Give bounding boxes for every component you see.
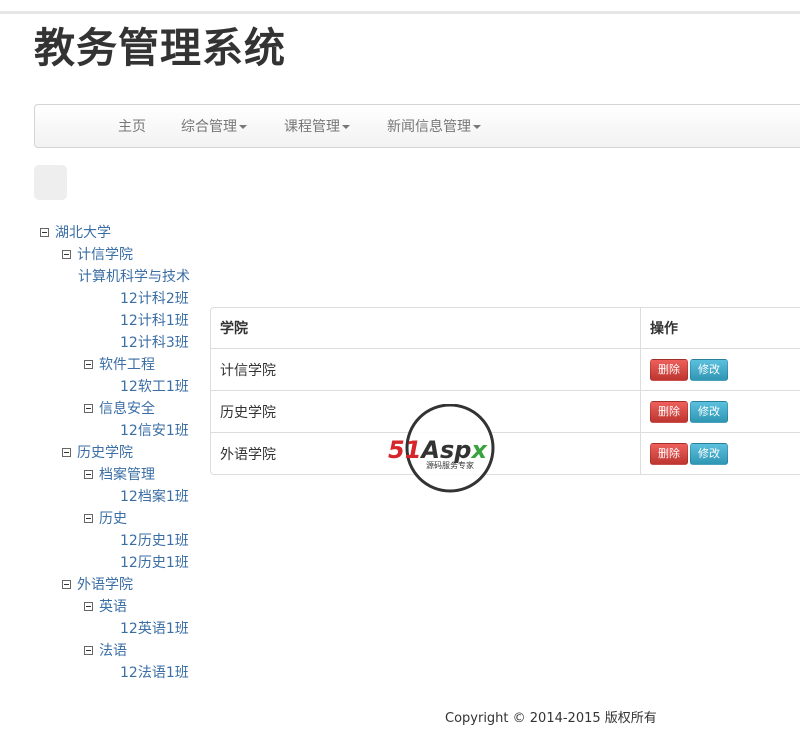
collapse-icon[interactable] [62,249,71,259]
tree-node-label: 英语 [99,599,127,615]
collapse-icon[interactable] [84,359,93,369]
nav-general-dropdown[interactable]: 综合管理 [181,105,247,149]
tree-node-major[interactable]: 计算机科学与技术 [78,267,190,287]
tree-node-class[interactable]: 12档案1班 [120,487,189,507]
nav-general-label: 综合管理 [181,119,237,135]
tree-node-college[interactable]: 外语学院 [62,575,133,595]
actions-cell: 删除 修改 [640,390,800,432]
tree-node-label: 12计科1班 [120,313,189,329]
collapse-icon[interactable] [62,579,71,589]
tree-node-college[interactable]: 历史学院 [62,443,133,463]
table-header-row: 学院 操作 [211,308,800,348]
table-row: 计信学院 删除 修改 [211,348,800,390]
caret-down-icon [473,125,481,129]
nav-course-label: 课程管理 [284,119,340,135]
college-cell: 计信学院 [211,348,640,390]
tree-node-class[interactable]: 12历史1班 [120,531,189,551]
edit-button[interactable]: 修改 [690,442,728,465]
delete-button[interactable]: 删除 [650,442,688,465]
tree-node-label: 12英语1班 [120,621,189,637]
tree-node-label: 12信安1班 [120,423,189,439]
delete-button[interactable]: 删除 [650,400,688,423]
nav-news-dropdown[interactable]: 新闻信息管理 [387,105,481,149]
collapse-icon[interactable] [84,601,93,611]
tree-node-label: 湖北大学 [55,225,111,241]
tree-node-label: 计算机科学与技术 [78,269,190,285]
tree-node-class[interactable]: 12英语1班 [120,619,189,639]
tree-node-class[interactable]: 12软工1班 [120,377,189,397]
delete-button[interactable]: 删除 [650,358,688,381]
tree-node-label: 档案管理 [99,467,155,483]
tree-node-label: 12计科2班 [120,291,189,307]
tree-node-label: 12计科3班 [120,335,189,351]
tree-node-label: 法语 [99,643,127,659]
tree-node-university[interactable]: 湖北大学 [40,223,111,243]
actions-cell: 删除 修改 [640,432,800,474]
watermark-brand: 51Aspx [388,436,488,464]
watermark-logo: 51Aspx 源码服务专家 [388,404,495,493]
collapse-icon[interactable] [84,403,93,413]
tree-node-label: 信息安全 [99,401,155,417]
tree-node-major[interactable]: 软件工程 [84,355,155,375]
nav-home[interactable]: 主页 [118,105,146,149]
tree-node-label: 计信学院 [77,247,133,263]
tree-node-label: 12历史1班 [120,555,189,571]
tree-node-major[interactable]: 历史 [84,509,127,529]
tree-node-label: 历史 [99,511,127,527]
navbar: 主页 综合管理 课程管理 新闻信息管理 [34,104,800,148]
watermark-tagline: 源码服务专家 [426,460,474,470]
tree-node-label: 12历史1班 [120,533,189,549]
tree-node-label: 软件工程 [99,357,155,373]
collapse-icon[interactable] [84,513,93,523]
collapse-icon[interactable] [84,469,93,479]
tree-node-class[interactable]: 12历史1班 [120,553,189,573]
tree-node-class[interactable]: 12信安1班 [120,421,189,441]
tree-node-class[interactable]: 12计科2班 [120,289,189,309]
collapse-icon[interactable] [40,227,49,237]
nav-news-label: 新闻信息管理 [387,119,471,135]
edit-button[interactable]: 修改 [690,400,728,423]
empty-panel [34,165,67,200]
caret-down-icon [342,125,350,129]
column-header-college: 学院 [220,321,248,337]
top-divider [0,11,800,14]
collapse-icon[interactable] [62,447,71,457]
tree-node-label: 12法语1班 [120,665,189,681]
nav-home-label: 主页 [118,119,146,135]
tree-node-class[interactable]: 12计科3班 [120,333,189,353]
nav-course-dropdown[interactable]: 课程管理 [284,105,350,149]
tree-node-label: 外语学院 [77,577,133,593]
footer-copyright: Copyright © 2014-2015 版权所有 [445,711,657,726]
tree-node-class[interactable]: 12法语1班 [120,663,189,683]
tree-node-class[interactable]: 12计科1班 [120,311,189,331]
caret-down-icon [239,125,247,129]
tree-node-label: 12档案1班 [120,489,189,505]
column-header-actions: 操作 [640,308,800,348]
tree-node-major[interactable]: 信息安全 [84,399,155,419]
edit-button[interactable]: 修改 [690,358,728,381]
tree-node-major[interactable]: 法语 [84,641,127,661]
tree-node-major[interactable]: 英语 [84,597,127,617]
page-title: 教务管理系统 [34,24,286,72]
tree-node-major[interactable]: 档案管理 [84,465,155,485]
collapse-icon[interactable] [84,645,93,655]
tree-node-label: 12软工1班 [120,379,189,395]
tree-node-label: 历史学院 [77,445,133,461]
actions-cell: 删除 修改 [640,348,800,390]
tree-node-college[interactable]: 计信学院 [62,245,133,265]
